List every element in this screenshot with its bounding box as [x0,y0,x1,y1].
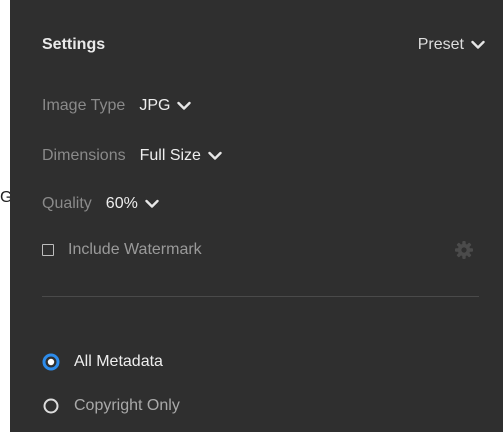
metadata-option-copyright[interactable]: Copyright Only [42,394,180,418]
chevron-down-icon [145,199,159,209]
settings-title: Settings [42,36,106,53]
image-type-row: Image Type JPG [42,94,192,118]
image-type-value: JPG [139,97,171,114]
image-type-label: Image Type [42,97,126,114]
chevron-down-icon [177,101,192,111]
radio-selected-icon[interactable] [42,353,60,371]
metadata-option-label: All Metadata [74,353,163,370]
watermark-row: Include Watermark [42,238,202,262]
radio-unselected-icon[interactable] [42,397,60,415]
chevron-down-icon [208,151,222,161]
gear-icon[interactable] [452,238,476,262]
quality-dropdown[interactable]: 60% [106,192,159,216]
quality-value: 60% [105,195,138,212]
image-type-dropdown[interactable]: JPG [139,94,192,118]
settings-header: Settings Preset [42,34,503,56]
quality-label: Quality [42,195,92,212]
dimensions-value: Full Size [139,147,201,164]
section-divider [42,296,479,297]
watermark-checkbox[interactable] [42,244,54,256]
preset-dropdown[interactable]: Preset [418,34,485,56]
metadata-option-all[interactable]: All Metadata [42,350,163,374]
quality-row: Quality 60% [42,192,159,216]
settings-panel: Settings Preset Image Type JPG Dimension… [10,0,503,432]
dimensions-label: Dimensions [42,147,126,164]
preset-label: Preset [417,36,464,53]
clipped-edge-text: G [0,189,10,206]
dimensions-dropdown[interactable]: Full Size [140,144,222,168]
watermark-label[interactable]: Include Watermark [68,241,202,259]
chevron-down-icon [471,40,485,50]
dimensions-row: Dimensions Full Size [42,144,222,168]
metadata-option-label: Copyright Only [74,397,180,414]
